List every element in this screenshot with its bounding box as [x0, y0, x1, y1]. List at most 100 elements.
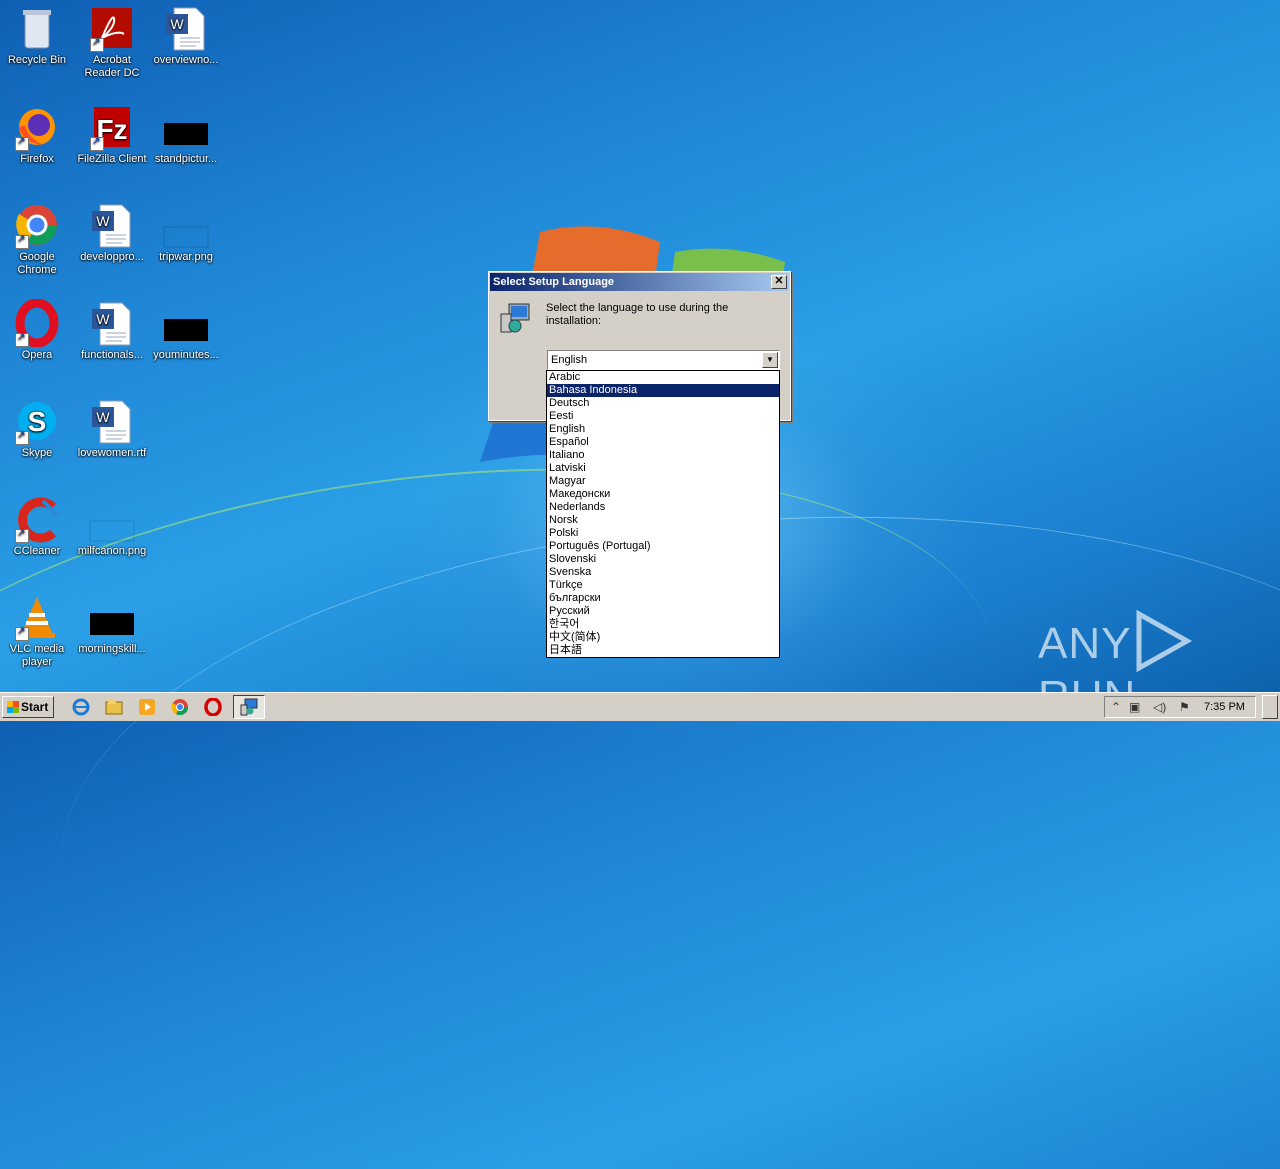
language-option[interactable]: Македонски — [547, 488, 779, 501]
language-option[interactable]: 中文(简体) — [547, 631, 779, 644]
language-option[interactable]: 한국어 — [547, 618, 779, 631]
black-icon — [88, 593, 136, 641]
desktop-icon-label: functionals... — [81, 349, 143, 361]
file-explorer-icon[interactable] — [105, 698, 123, 716]
desktop-icon-word[interactable]: Woverviewno... — [149, 4, 223, 67]
desktop-icon-chrome[interactable]: Google Chrome — [0, 201, 74, 277]
opera-icon — [13, 298, 61, 348]
clock[interactable]: 7:35 PM — [1204, 701, 1245, 713]
ccleaner-icon — [13, 495, 61, 543]
language-option[interactable]: Türkçe — [547, 579, 779, 592]
dialog-titlebar[interactable]: Select Setup Language ✕ — [490, 273, 789, 291]
desktop-icon-ccleaner[interactable]: CCleaner — [0, 495, 74, 558]
chevron-down-icon[interactable]: ▼ — [762, 352, 778, 368]
desktop-icon-black[interactable]: youminutes... — [149, 299, 223, 362]
black-icon — [162, 299, 210, 347]
language-option[interactable]: Español — [547, 436, 779, 449]
setup-taskbar-button[interactable] — [233, 695, 265, 719]
desktop-icon-label: Google Chrome — [17, 251, 57, 276]
language-option[interactable]: Polski — [547, 527, 779, 540]
svg-text:W: W — [96, 409, 110, 425]
desktop-icon-firefox[interactable]: Firefox — [0, 103, 74, 166]
svg-text:W: W — [96, 311, 110, 327]
close-button[interactable]: ✕ — [771, 275, 787, 289]
word-icon: W — [88, 299, 136, 347]
desktop-icon-skype[interactable]: S Skype — [0, 397, 74, 460]
language-option[interactable]: Magyar — [547, 475, 779, 488]
language-option[interactable]: English — [547, 423, 779, 436]
setup-icon — [500, 303, 530, 333]
desktop-icon-label: standpictur... — [154, 153, 218, 165]
network-icon[interactable]: ▣ — [1129, 700, 1140, 714]
language-dropdown-list[interactable]: Arabic Bahasa Indonesia Deutsch Eesti Englis… — [546, 370, 780, 658]
language-option[interactable]: Slovenski — [547, 553, 779, 566]
setup-icon — [240, 698, 258, 716]
word-icon: W — [162, 4, 210, 52]
language-option[interactable]: български — [547, 592, 779, 605]
desktop-icon-blank[interactable]: tripwar.png — [149, 201, 223, 264]
desktop-icon-word[interactable]: Wdeveloppro... — [75, 201, 149, 264]
desktop-icon-word[interactable]: Wfunctionals... — [75, 299, 149, 362]
desktop-icon-label: Recycle Bin — [7, 54, 67, 66]
acrobat-icon — [88, 4, 136, 52]
volume-icon[interactable]: ◁) — [1153, 700, 1166, 714]
filezilla-icon: Fz — [88, 103, 136, 151]
desktop-icon-label: VLC media player — [9, 643, 65, 668]
language-option[interactable]: Eesti — [547, 410, 779, 423]
show-hidden-icons-icon[interactable]: ⌃ — [1111, 700, 1121, 714]
close-icon: ✕ — [774, 275, 784, 287]
desktop-icon-vlc[interactable]: VLC media player — [0, 593, 74, 669]
language-select[interactable]: English ▼ — [547, 350, 780, 370]
desktop-icon-opera[interactable]: Opera — [0, 298, 74, 362]
language-option[interactable]: Norsk — [547, 514, 779, 527]
chrome-icon — [13, 201, 61, 249]
internet-explorer-icon[interactable] — [72, 698, 90, 716]
language-option[interactable]: Русский — [547, 605, 779, 618]
shortcut-arrow-icon — [15, 625, 29, 641]
recycle-icon — [13, 4, 61, 52]
black-icon — [162, 103, 210, 151]
language-option[interactable]: Nederlands — [547, 501, 779, 514]
desktop-icon-label: lovewomen.rtf — [77, 447, 147, 459]
desktop-icon-label: youminutes... — [153, 349, 219, 361]
start-button[interactable]: Start — [2, 696, 54, 718]
svg-text:W: W — [170, 16, 184, 32]
skype-icon: S — [13, 397, 61, 445]
desktop-icon-label: developpro... — [80, 251, 144, 263]
desktop-icon-recycle[interactable]: Recycle Bin — [0, 4, 74, 67]
media-player-icon[interactable] — [138, 698, 156, 716]
opera-icon[interactable] — [204, 698, 222, 716]
desktop-icon-acrobat[interactable]: Acrobat Reader DC — [75, 4, 149, 80]
action-center-flag-icon[interactable]: ⚑ — [1179, 700, 1190, 714]
svg-text:W: W — [96, 213, 110, 229]
start-label: Start — [21, 700, 49, 714]
show-desktop-button[interactable] — [1262, 695, 1278, 719]
shortcut-arrow-icon — [15, 331, 29, 347]
language-option[interactable]: Português (Portugal) — [547, 540, 779, 553]
dialog-title: Select Setup Language — [493, 276, 615, 288]
language-option[interactable]: 日本語 — [547, 644, 779, 657]
desktop-icon-filezilla[interactable]: Fz FileZilla Client — [75, 103, 149, 166]
chrome-icon[interactable] — [171, 698, 189, 716]
desktop-icon-label: milfcanon.png — [77, 545, 147, 557]
desktop-icon-label: FileZilla Client — [77, 153, 147, 165]
desktop-icon-label: Opera — [21, 349, 53, 361]
language-option[interactable]: Latviski — [547, 462, 779, 475]
language-option[interactable]: Italiano — [547, 449, 779, 462]
desktop-icon-label: overviewno... — [153, 54, 219, 66]
desktop-icon-label: CCleaner — [13, 545, 61, 557]
language-option[interactable]: Svenska — [547, 566, 779, 579]
desktop-icon-black[interactable]: morningskill... — [75, 593, 149, 656]
desktop-icon-blank[interactable]: milfcanon.png — [75, 495, 149, 558]
desktop-icon-word[interactable]: Wlovewomen.rtf — [75, 397, 149, 460]
shortcut-arrow-icon — [90, 36, 104, 52]
desktop-icon-black[interactable]: standpictur... — [149, 103, 223, 166]
word-icon: W — [88, 397, 136, 445]
desktop-icon-label: Acrobat Reader DC — [84, 54, 140, 79]
language-option[interactable]: Deutsch — [547, 397, 779, 410]
desktop-icon-label: tripwar.png — [159, 251, 213, 263]
language-option[interactable]: Bahasa Indonesia — [547, 384, 779, 397]
word-icon: W — [88, 201, 136, 249]
language-select-value: English — [551, 354, 588, 366]
language-option[interactable]: Arabic — [547, 371, 779, 384]
